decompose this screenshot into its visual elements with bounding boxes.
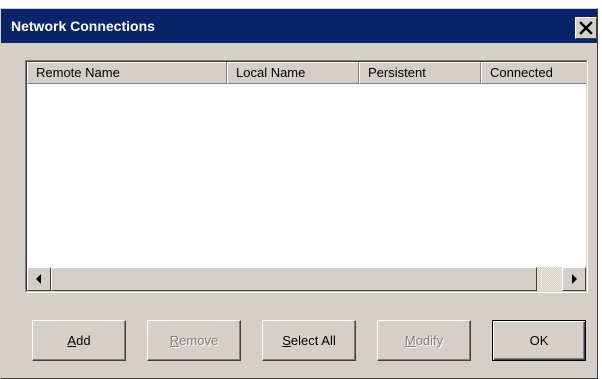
horizontal-scrollbar[interactable] xyxy=(27,267,586,291)
column-header-remote-name[interactable]: Remote Name xyxy=(27,62,227,84)
modify-button-label: odify xyxy=(415,333,444,348)
ok-button[interactable]: OK xyxy=(492,320,586,361)
window-title: Network Connections xyxy=(11,18,155,34)
column-header-local-name[interactable]: Local Name xyxy=(227,62,359,84)
list-body[interactable] xyxy=(27,84,586,267)
column-header-persistent[interactable]: Persistent xyxy=(359,62,481,84)
remove-button-label: emove xyxy=(179,333,219,348)
select-all-button[interactable]: Select All xyxy=(262,320,356,361)
connections-list[interactable]: Remote Name Local Name Persistent Connec… xyxy=(25,60,588,293)
close-icon xyxy=(579,21,593,35)
add-button-accelerator: A xyxy=(67,333,77,348)
network-connections-dialog: Network Connections Remote Name Local Na… xyxy=(0,8,598,379)
title-bar: Network Connections xyxy=(1,9,597,43)
select-all-button-accelerator: S xyxy=(282,333,291,348)
scrollbar-thumb[interactable] xyxy=(51,267,537,291)
modify-button[interactable]: Modify xyxy=(377,320,471,361)
remove-button-accelerator: R xyxy=(169,333,180,348)
remove-button[interactable]: Remove xyxy=(147,320,241,361)
modify-button-accelerator: M xyxy=(404,333,416,348)
scroll-left-button[interactable] xyxy=(27,267,51,291)
select-all-button-label: elect All xyxy=(290,333,336,348)
column-header-connected[interactable]: Connected xyxy=(481,62,586,84)
arrow-left-icon xyxy=(36,274,41,284)
add-button-label: dd xyxy=(76,333,91,348)
scroll-right-button[interactable] xyxy=(562,267,586,291)
ok-button-label: OK xyxy=(529,333,549,348)
arrow-right-icon xyxy=(572,274,577,284)
list-header: Remote Name Local Name Persistent Connec… xyxy=(27,62,586,84)
add-button[interactable]: Add xyxy=(32,320,126,361)
close-button[interactable] xyxy=(575,17,597,39)
